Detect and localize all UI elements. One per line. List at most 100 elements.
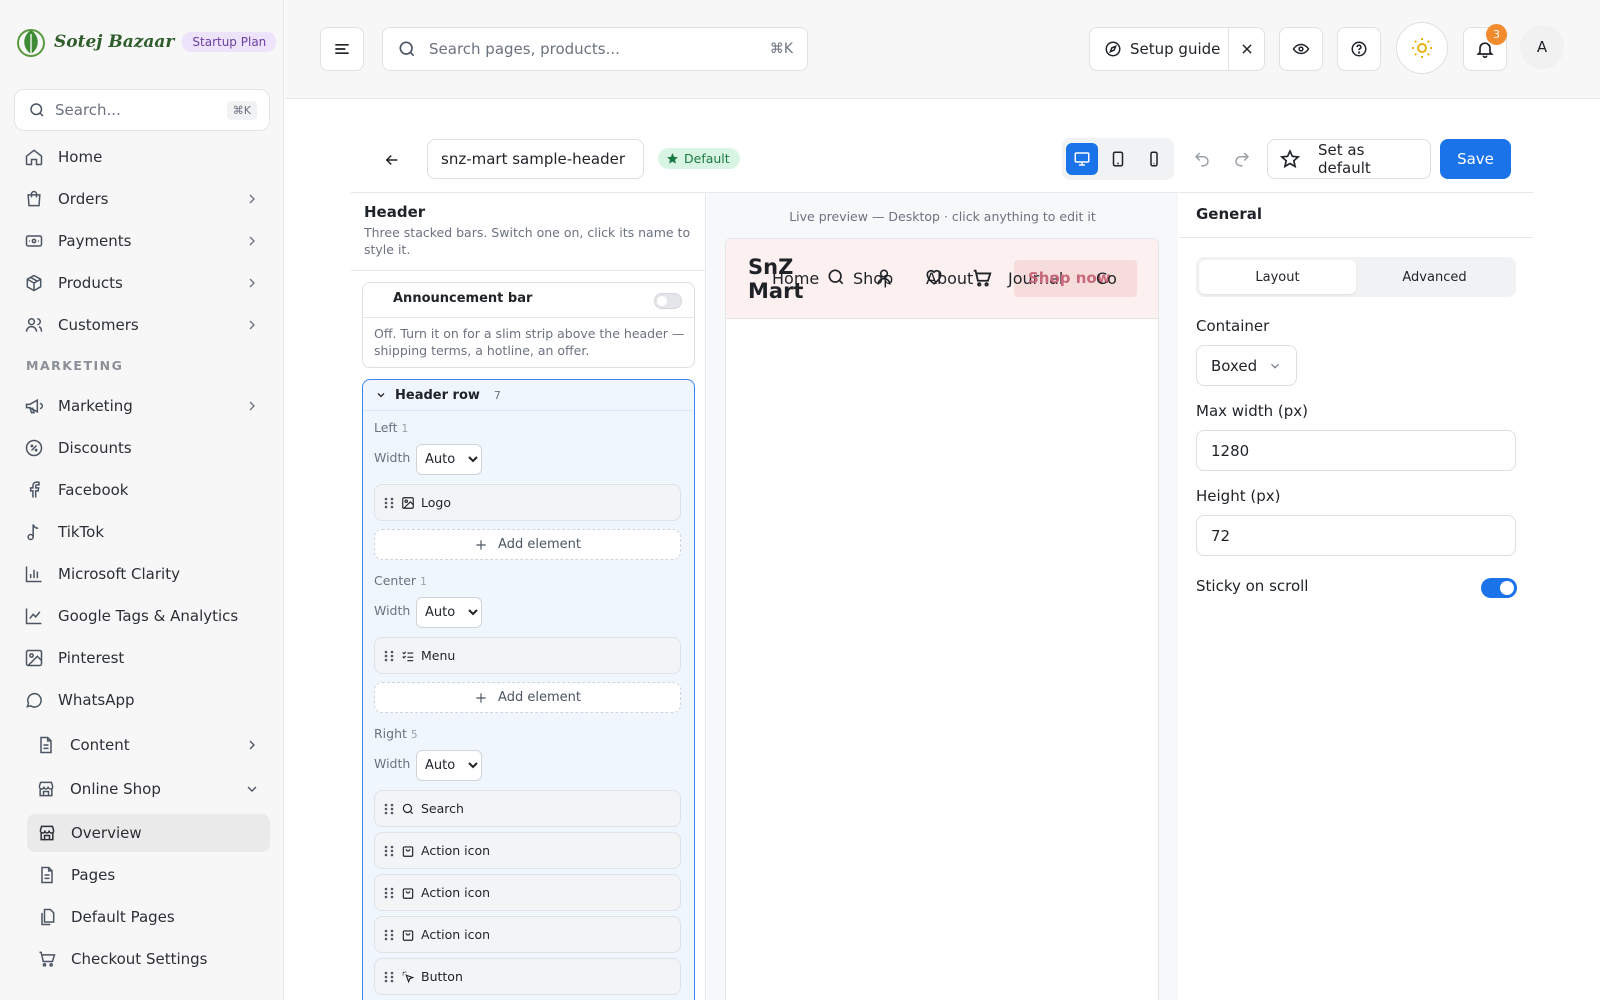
sticky-toggle[interactable]: [1481, 578, 1517, 598]
sidebar-item-marketing[interactable]: Marketing: [14, 387, 270, 425]
sidebar-item-online-shop[interactable]: Online Shop: [26, 770, 270, 808]
left-width-select[interactable]: Auto: [416, 444, 482, 475]
width-label: Width: [374, 450, 411, 465]
element-menu[interactable]: Menu: [374, 637, 681, 674]
menu-toggle-button[interactable]: [320, 27, 364, 71]
sidebar-item-facebook[interactable]: Facebook: [14, 471, 270, 509]
theme-toggle-button[interactable]: [1396, 22, 1448, 74]
preview-frame: SnZ Mart Home Shop About Journal Shop no…: [725, 238, 1159, 1000]
set-as-default-button[interactable]: Set as default: [1267, 139, 1431, 179]
element-search[interactable]: Search: [374, 790, 681, 827]
sidebar-item-google-tags[interactable]: Google Tags & Analytics: [14, 597, 270, 635]
brand[interactable]: Sotej Bazaar Startup Plan: [16, 26, 277, 58]
container-select[interactable]: Boxed: [1196, 345, 1297, 386]
sidebar-item-discounts[interactable]: Discounts: [14, 429, 270, 467]
drag-handle-icon[interactable]: [383, 970, 395, 984]
element-logo[interactable]: Logo: [374, 484, 681, 521]
sidebar-item-label: Products: [58, 274, 123, 292]
sidebar-search-input[interactable]: Search... ⌘K: [14, 89, 270, 131]
setup-guide-button[interactable]: Setup guide: [1089, 27, 1265, 71]
sidebar-item-checkout-settings[interactable]: Checkout Settings: [27, 940, 270, 978]
add-element-button[interactable]: Add element: [374, 682, 681, 713]
announcement-bar-title[interactable]: Announcement bar: [393, 291, 532, 306]
preview-header[interactable]: SnZ Mart Home Shop About Journal Shop no…: [726, 239, 1158, 319]
panel-title: Header: [364, 203, 426, 221]
header-name-input[interactable]: [427, 139, 644, 179]
home-icon: [24, 147, 44, 167]
close-icon: [1241, 44, 1252, 54]
add-element-button[interactable]: Add element: [374, 529, 681, 560]
drag-handle-icon[interactable]: [383, 928, 395, 942]
zone-count: 5: [410, 729, 418, 741]
center-width-select[interactable]: Auto: [416, 597, 482, 628]
eye-icon: [1292, 40, 1310, 58]
drag-handle-icon[interactable]: [383, 496, 395, 510]
sidebar-item-label: Pages: [71, 866, 116, 884]
tab-layout[interactable]: Layout: [1199, 260, 1356, 294]
right-width-select[interactable]: Auto: [416, 750, 482, 781]
drag-handle-icon[interactable]: [383, 886, 395, 900]
container-value: Boxed: [1211, 356, 1258, 375]
element-action-icon[interactable]: Action icon: [374, 832, 681, 869]
sidebar-item-pinterest[interactable]: Pinterest: [14, 639, 270, 677]
cart-icon[interactable]: [971, 267, 993, 289]
save-button[interactable]: Save: [1440, 139, 1511, 179]
header-row-toggle[interactable]: Header row 7: [363, 380, 693, 411]
search-icon[interactable]: [826, 267, 846, 287]
back-button[interactable]: [376, 144, 408, 176]
sidebar-item-label: Marketing: [58, 397, 133, 415]
music-note-icon: [24, 522, 44, 542]
element-action-icon[interactable]: Action icon: [374, 874, 681, 911]
sidebar-search-placeholder: Search...: [55, 101, 121, 119]
device-desktop-button[interactable]: [1066, 143, 1098, 175]
sidebar-item-customers[interactable]: Customers: [14, 306, 270, 344]
user-icon[interactable]: [874, 267, 894, 287]
chevron-down-icon: [1268, 359, 1282, 373]
announcement-bar-card[interactable]: Announcement bar Off. Turn it on for a s…: [362, 282, 695, 368]
element-button[interactable]: Button: [374, 958, 681, 995]
device-tablet-button[interactable]: [1102, 143, 1134, 175]
max-width-input[interactable]: [1196, 430, 1516, 471]
sidebar-item-default-pages[interactable]: Default Pages: [27, 898, 270, 936]
sidebar-item-pages[interactable]: Pages: [27, 856, 270, 894]
sidebar-item-products[interactable]: Products: [14, 264, 270, 302]
sidebar-item-payments[interactable]: Payments: [14, 222, 270, 260]
drag-handle-icon[interactable]: [383, 649, 395, 663]
chevron-down-icon: [244, 781, 260, 797]
preview-menu-item[interactable]: About: [926, 269, 973, 288]
sidebar-item-label: Home: [58, 148, 103, 166]
global-search-input[interactable]: Search pages, products... ⌘K: [382, 27, 808, 71]
cart-icon: [37, 949, 57, 969]
sidebar-item-microsoft-clarity[interactable]: Microsoft Clarity: [14, 555, 270, 593]
preview-button[interactable]: [1279, 27, 1323, 71]
element-action-icon[interactable]: Action icon: [374, 916, 681, 953]
sidebar-item-content[interactable]: Content: [26, 726, 270, 764]
drag-handle-icon[interactable]: [383, 844, 395, 858]
undo-button[interactable]: [1188, 145, 1216, 173]
sidebar-item-orders[interactable]: Orders: [14, 180, 270, 218]
sidebar-item-tiktok[interactable]: TikTok: [14, 513, 270, 551]
announcement-bar-toggle[interactable]: [654, 293, 682, 309]
help-button[interactable]: [1337, 27, 1381, 71]
sidebar-item-label: Pinterest: [58, 649, 125, 667]
container-label: Container: [1196, 317, 1270, 335]
zone-label-text: Left: [374, 420, 398, 435]
sidebar-item-overview[interactable]: Overview: [27, 814, 270, 852]
arrow-left-icon: [383, 151, 401, 169]
credit-card-icon: [24, 231, 44, 251]
sidebar-item-home[interactable]: Home: [14, 138, 270, 176]
tab-advanced[interactable]: Advanced: [1356, 260, 1513, 294]
preview-menu-item[interactable]: Co: [1096, 269, 1117, 288]
sidebar-item-whatsapp[interactable]: WhatsApp: [14, 681, 270, 719]
close-setup-guide-button[interactable]: [1228, 28, 1264, 70]
plus-icon: [474, 538, 488, 552]
height-input[interactable]: [1196, 515, 1516, 556]
device-mobile-button[interactable]: [1138, 143, 1170, 175]
global-search-placeholder: Search pages, products...: [429, 40, 620, 58]
preview-menu-item[interactable]: Home: [772, 269, 819, 288]
avatar[interactable]: A: [1520, 25, 1564, 69]
redo-button[interactable]: [1228, 145, 1256, 173]
drag-handle-icon[interactable]: [383, 802, 395, 816]
element-label: Menu: [421, 648, 456, 663]
shopping-bag-icon: [401, 886, 415, 900]
